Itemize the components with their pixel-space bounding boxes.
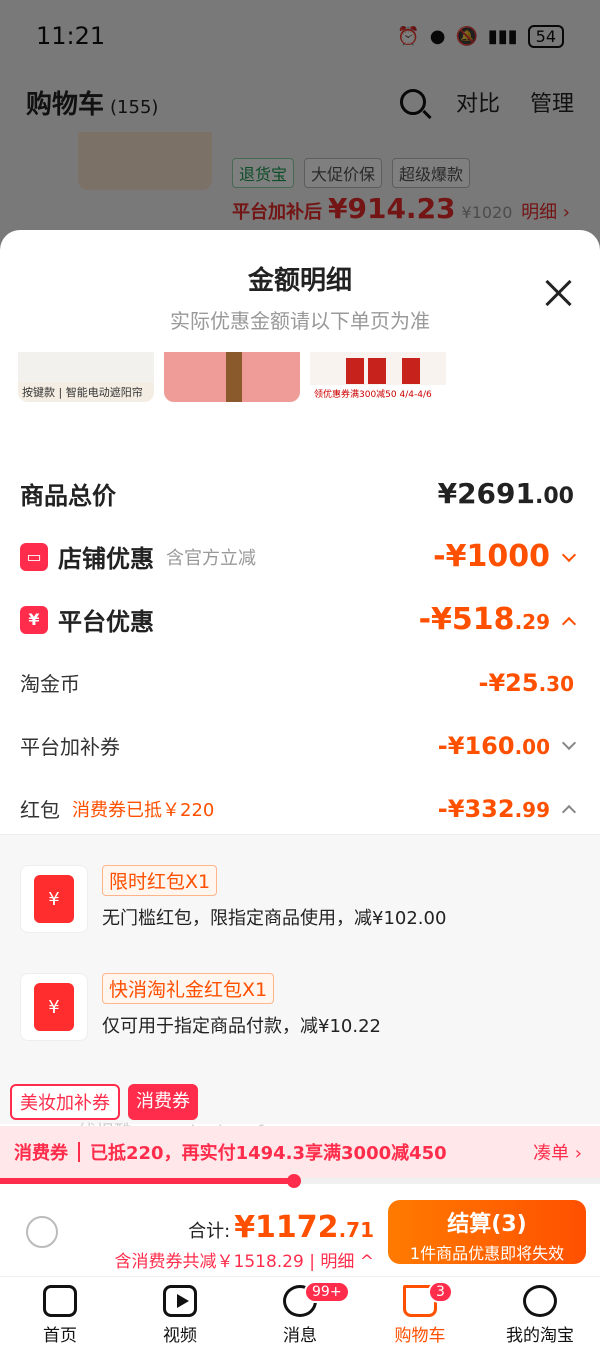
promo-tag: 消费券 [128, 1084, 198, 1120]
tab-cart[interactable]: 3 购物车 [360, 1277, 480, 1354]
redpacket-list: ¥ 限时红包X1 无门槛红包，限指定商品使用，减¥102.00 ¥ 快消淘礼金红… [0, 834, 600, 1124]
select-all-checkbox[interactable] [26, 1216, 58, 1248]
row-coins: 淘金币 -¥25.30 [0, 651, 600, 714]
chevron-down-icon[interactable] [561, 547, 577, 563]
voucher-bar[interactable]: 消费券 已抵220，再实付1494.3享满3000减450 凑单 › [0, 1126, 600, 1178]
redpacket-hint: 消费券已抵￥220 [72, 799, 215, 821]
thumbnail-caption: 领优惠券满300减50 4/4-4/6 [310, 385, 446, 402]
product-thumbnail: 领优惠券满300减50 4/4-4/6 [310, 352, 446, 402]
checkout-bar: 合计: ¥1172.71 含消费券共减￥1518.29 | 明细 ^ 结算(3)… [0, 1190, 600, 1276]
coins-value: -¥25.30 [478, 668, 575, 697]
row-store-discount[interactable]: ▭ 店铺优惠 含官方立减 -¥1000 [0, 525, 600, 588]
store-icon: ▭ [20, 542, 48, 571]
close-icon[interactable] [544, 278, 574, 308]
amount-detail-sheet: 金额明细 实际优惠金额请以下单页为准 按键款 | 智能电动遮阳帘 领优惠券满30… [0, 230, 600, 1354]
subsidy-amount: -¥160.00 [437, 731, 577, 760]
redpacket-amount: -¥332.99 [437, 794, 577, 823]
tab-messages[interactable]: 99+ 消息 [240, 1277, 360, 1354]
sum-label: 合计: [188, 1221, 231, 1242]
red-envelope-icon: ¥ [20, 865, 88, 933]
store-discount-value: -¥1000 [433, 539, 550, 574]
sheet-title: 金额明细 [247, 266, 352, 296]
tab-label: 购物车 [394, 1326, 446, 1346]
envelope-text: 限时红包X1 无门槛红包，限指定商品使用，减¥102.00 [102, 865, 446, 933]
platform-discount-label: 平台优惠 [58, 608, 154, 636]
message-badge: 99+ [304, 1281, 350, 1303]
sum-value: ¥1172.71 [234, 1210, 374, 1245]
chevron-down-icon[interactable] [561, 735, 577, 750]
coins-label: 淘金币 [20, 672, 80, 696]
total-summary: 合计: ¥1172.71 含消费券共减￥1518.29 | 明细 ^ [115, 1210, 374, 1272]
tab-label: 视频 [163, 1326, 197, 1346]
product-thumbnails: 按键款 | 智能电动遮阳帘 领优惠券满300减50 4/4-4/6 [18, 352, 446, 402]
checkout-label: 结算(3) [447, 1212, 527, 1237]
product-thumbnail [164, 352, 300, 402]
red-envelope-icon: ¥ [20, 973, 88, 1041]
envelope-desc: 无门槛红包，限指定商品使用，减¥102.00 [102, 908, 447, 929]
total-label: 商品总价 [20, 482, 116, 510]
platform-icon: ¥ [20, 605, 48, 634]
row-subsidy[interactable]: 平台加补券 -¥160.00 [0, 714, 600, 777]
checkout-sublabel: 1件商品优惠即将失效 [409, 1244, 565, 1263]
redpacket-value: -¥332.99 [437, 794, 550, 823]
list-item: ¥ 限时红包X1 无门槛红包，限指定商品使用，减¥102.00 [20, 865, 446, 933]
price-breakdown: 商品总价 ¥2691.00 ▭ 店铺优惠 含官方立减 -¥1000 ¥ 平台优惠… [0, 462, 600, 840]
cart-badge: 3 [428, 1281, 453, 1303]
total-value: ¥2691.00 [437, 477, 574, 510]
voucher-label: 消费券 [14, 1143, 68, 1164]
dim-overlay[interactable] [0, 0, 600, 260]
checkout-button[interactable]: 结算(3) 1件商品优惠即将失效 [388, 1200, 586, 1264]
list-item: ¥ 快消淘礼金红包X1 仅可用于指定商品付款，减¥10.22 [20, 973, 381, 1041]
thumbnail-caption: 按键款 | 智能电动遮阳帘 [18, 382, 154, 402]
tab-label: 消息 [283, 1326, 317, 1346]
promo-tag: 美妆加补券 [10, 1084, 120, 1120]
redpacket-label: 红包 [20, 798, 60, 822]
envelope-tag: 限时红包X1 [102, 865, 218, 896]
row-platform-discount[interactable]: ¥ 平台优惠 -¥518.29 [0, 588, 600, 651]
product-box [368, 358, 386, 384]
envelope-tag: 快消淘礼金红包X1 [102, 973, 275, 1004]
tab-home[interactable]: 首页 [0, 1277, 120, 1354]
product-box [402, 358, 420, 384]
coins-amount: -¥25.30 [479, 669, 575, 697]
voucher-message: 已抵220，再实付1494.3享满3000减450 [90, 1143, 447, 1164]
chevron-up-icon[interactable] [561, 804, 577, 819]
platform-discount-value: -¥518.29 [418, 602, 550, 637]
sheet-subtitle: 实际优惠金额请以下单页为准 [170, 309, 430, 333]
total-amount: ¥2691.00 [438, 477, 574, 510]
tab-label: 我的淘宝 [506, 1326, 574, 1346]
profile-icon [523, 1285, 557, 1317]
platform-discount-amount: -¥518.29 [418, 602, 577, 637]
store-discount-hint: 含官方立减 [166, 547, 256, 569]
promo-tags: 美妆加补券 消费券 [10, 1084, 198, 1120]
tab-label: 首页 [43, 1326, 77, 1346]
chevron-up-icon[interactable] [561, 616, 577, 632]
product-box [346, 358, 364, 384]
video-icon [163, 1285, 197, 1317]
row-redpacket[interactable]: 红包 消费券已抵￥220 -¥332.99 [0, 777, 600, 840]
background-cart: 11:21 ⏰ ● 🔕 ▮▮▮ 54 购物车(155) 对比 管理 退货宝 大促… [0, 0, 600, 260]
voucher-progress [0, 1174, 600, 1188]
subsidy-label: 平台加补券 [20, 735, 120, 759]
add-items-link[interactable]: 凑单 › [533, 1139, 582, 1165]
envelope-text: 快消淘礼金红包X1 仅可用于指定商品付款，减¥10.22 [102, 973, 381, 1041]
sum-line: 合计: ¥1172.71 [115, 1210, 374, 1245]
divider [78, 1142, 80, 1162]
tab-profile[interactable]: 我的淘宝 [480, 1277, 600, 1354]
tab-video[interactable]: 视频 [120, 1277, 240, 1354]
discount-detail-toggle[interactable]: 含消费券共减￥1518.29 | 明细 ^ [115, 1247, 374, 1272]
bottom-tabbar: 首页 视频 99+ 消息 3 购物车 我的淘宝 [0, 1276, 600, 1354]
product-thumbnail: 按键款 | 智能电动遮阳帘 [18, 352, 154, 402]
home-icon [43, 1285, 77, 1317]
store-discount-label: 店铺优惠 [58, 545, 154, 573]
store-discount-amount: -¥1000 [433, 539, 577, 574]
progress-fill [0, 1174, 301, 1188]
envelope-desc: 仅可用于指定商品付款，减¥10.22 [102, 1016, 381, 1037]
subsidy-value: -¥160.00 [437, 731, 550, 760]
row-total: 商品总价 ¥2691.00 [0, 462, 600, 525]
